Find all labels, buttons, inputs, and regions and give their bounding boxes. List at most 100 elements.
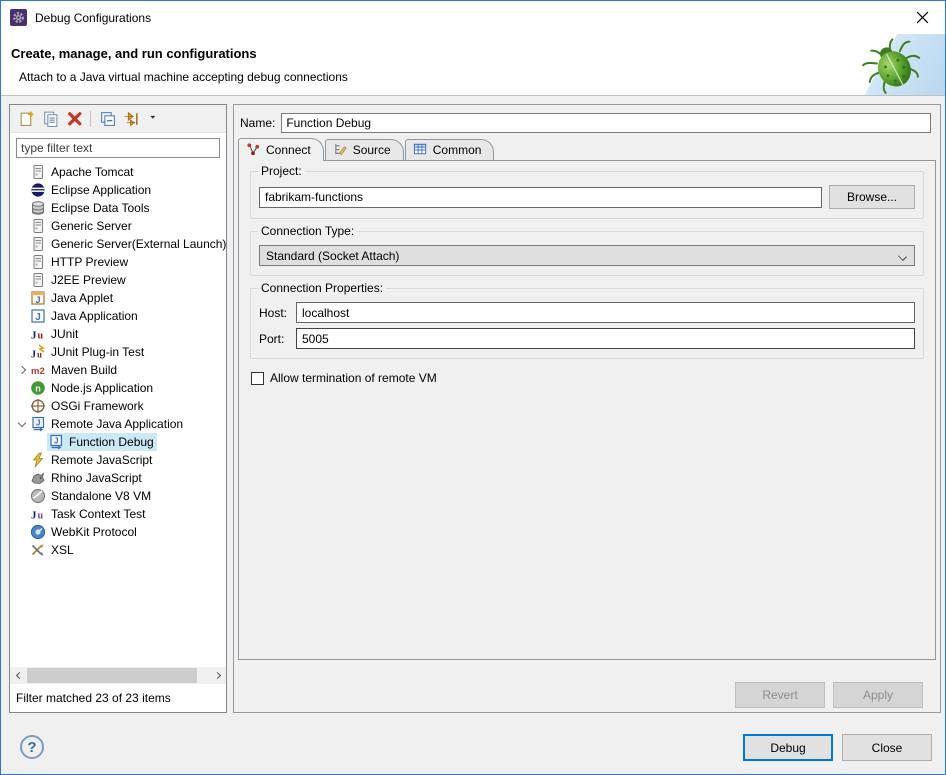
scroll-left-icon[interactable] [10,667,26,684]
tab-common[interactable]: Common [405,139,495,160]
tree-item-label: HTTP Preview [51,255,128,269]
configurations-tree: Apache Tomcat Eclipse Application Eclipse … [10,161,226,667]
filter-launch-configurations-icon[interactable] [120,108,142,130]
tree-item[interactable]: Remote JavaScript [10,451,226,469]
project-input[interactable] [259,187,822,208]
port-input[interactable] [296,328,915,349]
svg-text:J: J [35,312,41,323]
tree-item-label: OSGi Framework [51,399,144,413]
tree-item[interactable]: J Java Application [10,307,226,325]
tree-item-label: JUnit Plug-in Test [51,345,144,359]
java-application-icon: J [30,308,46,324]
apply-button[interactable]: Apply [833,682,923,708]
tree-item[interactable]: nNode.js Application [10,379,226,397]
connection-type-value: Standard (Socket Attach) [266,249,399,263]
tree-item-label: Generic Server(External Launch) [51,237,226,251]
tree-item[interactable]: Apache Tomcat [10,163,226,181]
expander-spacer [15,165,29,179]
tree-item[interactable]: XSL [10,541,226,559]
tree-item-label: Node.js Application [51,381,153,395]
scroll-right-icon[interactable] [210,667,226,684]
connection-properties-label: Connection Properties: [258,281,386,295]
tree-item[interactable]: Eclipse Data Tools [10,199,226,217]
tab-connect[interactable]: Connect [238,138,324,161]
project-label: Project: [258,164,305,178]
filter-input[interactable] [16,138,220,158]
tree-item[interactable]: Standalone V8 VM [10,487,226,505]
tree-item[interactable]: m2Maven Build [10,361,226,379]
configurations-sidebar: Apache Tomcat Eclipse Application Eclipse … [9,104,227,713]
browse-button[interactable]: Browse... [829,185,915,209]
configuration-detail-pane: Name: ConnectSourceCommon Project: Brows… [233,104,941,713]
tree-item[interactable]: Generic Server [10,217,226,235]
tab-label: Common [433,143,482,157]
tree-item[interactable]: JRemote Java Application [10,415,226,433]
debug-bug-graphic [833,34,945,96]
tree-item-label: Task Context Test [51,507,146,521]
new-launch-configuration-icon[interactable] [15,108,37,130]
svg-text:J: J [31,350,36,361]
scrollbar-thumb[interactable] [27,668,197,683]
duplicate-launch-configuration-icon[interactable] [39,108,61,130]
dropdown-arrow-icon[interactable] [144,108,166,130]
tab-source[interactable]: Source [325,139,404,160]
tree-item[interactable]: HTTP Preview [10,253,226,271]
expander-spacer [15,327,29,341]
tree-item[interactable]: Generic Server(External Launch) [10,235,226,253]
expander-collapsed-icon[interactable] [15,363,29,377]
java-applet-icon: J [30,290,46,306]
tree-item[interactable]: OSGi Framework [10,397,226,415]
horizontal-scrollbar[interactable] [10,667,226,684]
close-icon[interactable] [900,1,945,33]
tree-item[interactable]: WebKit Protocol [10,523,226,541]
server-icon [30,164,46,180]
tree-item[interactable]: Rhino JavaScript [10,469,226,487]
tree-item[interactable]: JuTask Context Test [10,505,226,523]
name-input[interactable] [281,113,931,133]
delete-launch-configuration-icon[interactable] [63,108,85,130]
expander-expanded-icon[interactable] [15,417,29,431]
maven-icon: m2 [30,362,46,378]
allow-termination-checkbox[interactable] [251,372,264,385]
expander-spacer [15,453,29,467]
expander-spacer [15,201,29,215]
tree-item[interactable]: Eclipse Application [10,181,226,199]
tree-item-label: Java Application [51,309,138,323]
database-icon [30,200,46,216]
tree-item-label: Eclipse Application [51,183,151,197]
expander-spacer [15,381,29,395]
close-button[interactable]: Close [842,734,932,761]
remote-java-icon: J [48,434,64,450]
tree-item[interactable]: J Java Applet [10,289,226,307]
debug-button[interactable]: Debug [743,734,833,761]
server-icon [30,218,46,234]
eclipse-icon [30,182,46,198]
connection-type-label: Connection Type: [258,224,357,238]
debug-configurations-dialog: Debug Configurations Create, manage, and… [0,0,946,775]
collapse-all-icon[interactable] [96,108,118,130]
connection-type-select[interactable]: Standard (Socket Attach) [259,245,915,266]
tree-item[interactable]: J2EE Preview [10,271,226,289]
source-icon [333,142,349,158]
revert-button[interactable]: Revert [735,682,825,708]
tree-item-label: Java Applet [51,291,113,305]
server-icon [30,236,46,252]
remote-java-icon: J [30,416,46,432]
expander-spacer [15,507,29,521]
junit-icon: Ju [30,326,46,342]
svg-text:u: u [38,331,44,342]
tree-item[interactable]: JuJUnit [10,325,226,343]
tree-item[interactable]: Ju JUnit Plug-in Test [10,343,226,361]
connection-properties-groupbox: Connection Properties: Host: Port: [250,288,924,359]
host-label: Host: [259,306,289,320]
junit-plugin-icon: Ju [30,344,46,360]
window-title: Debug Configurations [35,11,151,25]
server-icon [30,272,46,288]
host-input[interactable] [296,302,915,323]
tab-label: Source [353,143,391,157]
expander-spacer [15,471,29,485]
tree-item[interactable]: JFunction Debug [10,433,226,451]
help-icon[interactable]: ? [20,735,44,759]
expander-spacer [15,525,29,539]
tab-bar: Connect Source Common [234,137,940,160]
